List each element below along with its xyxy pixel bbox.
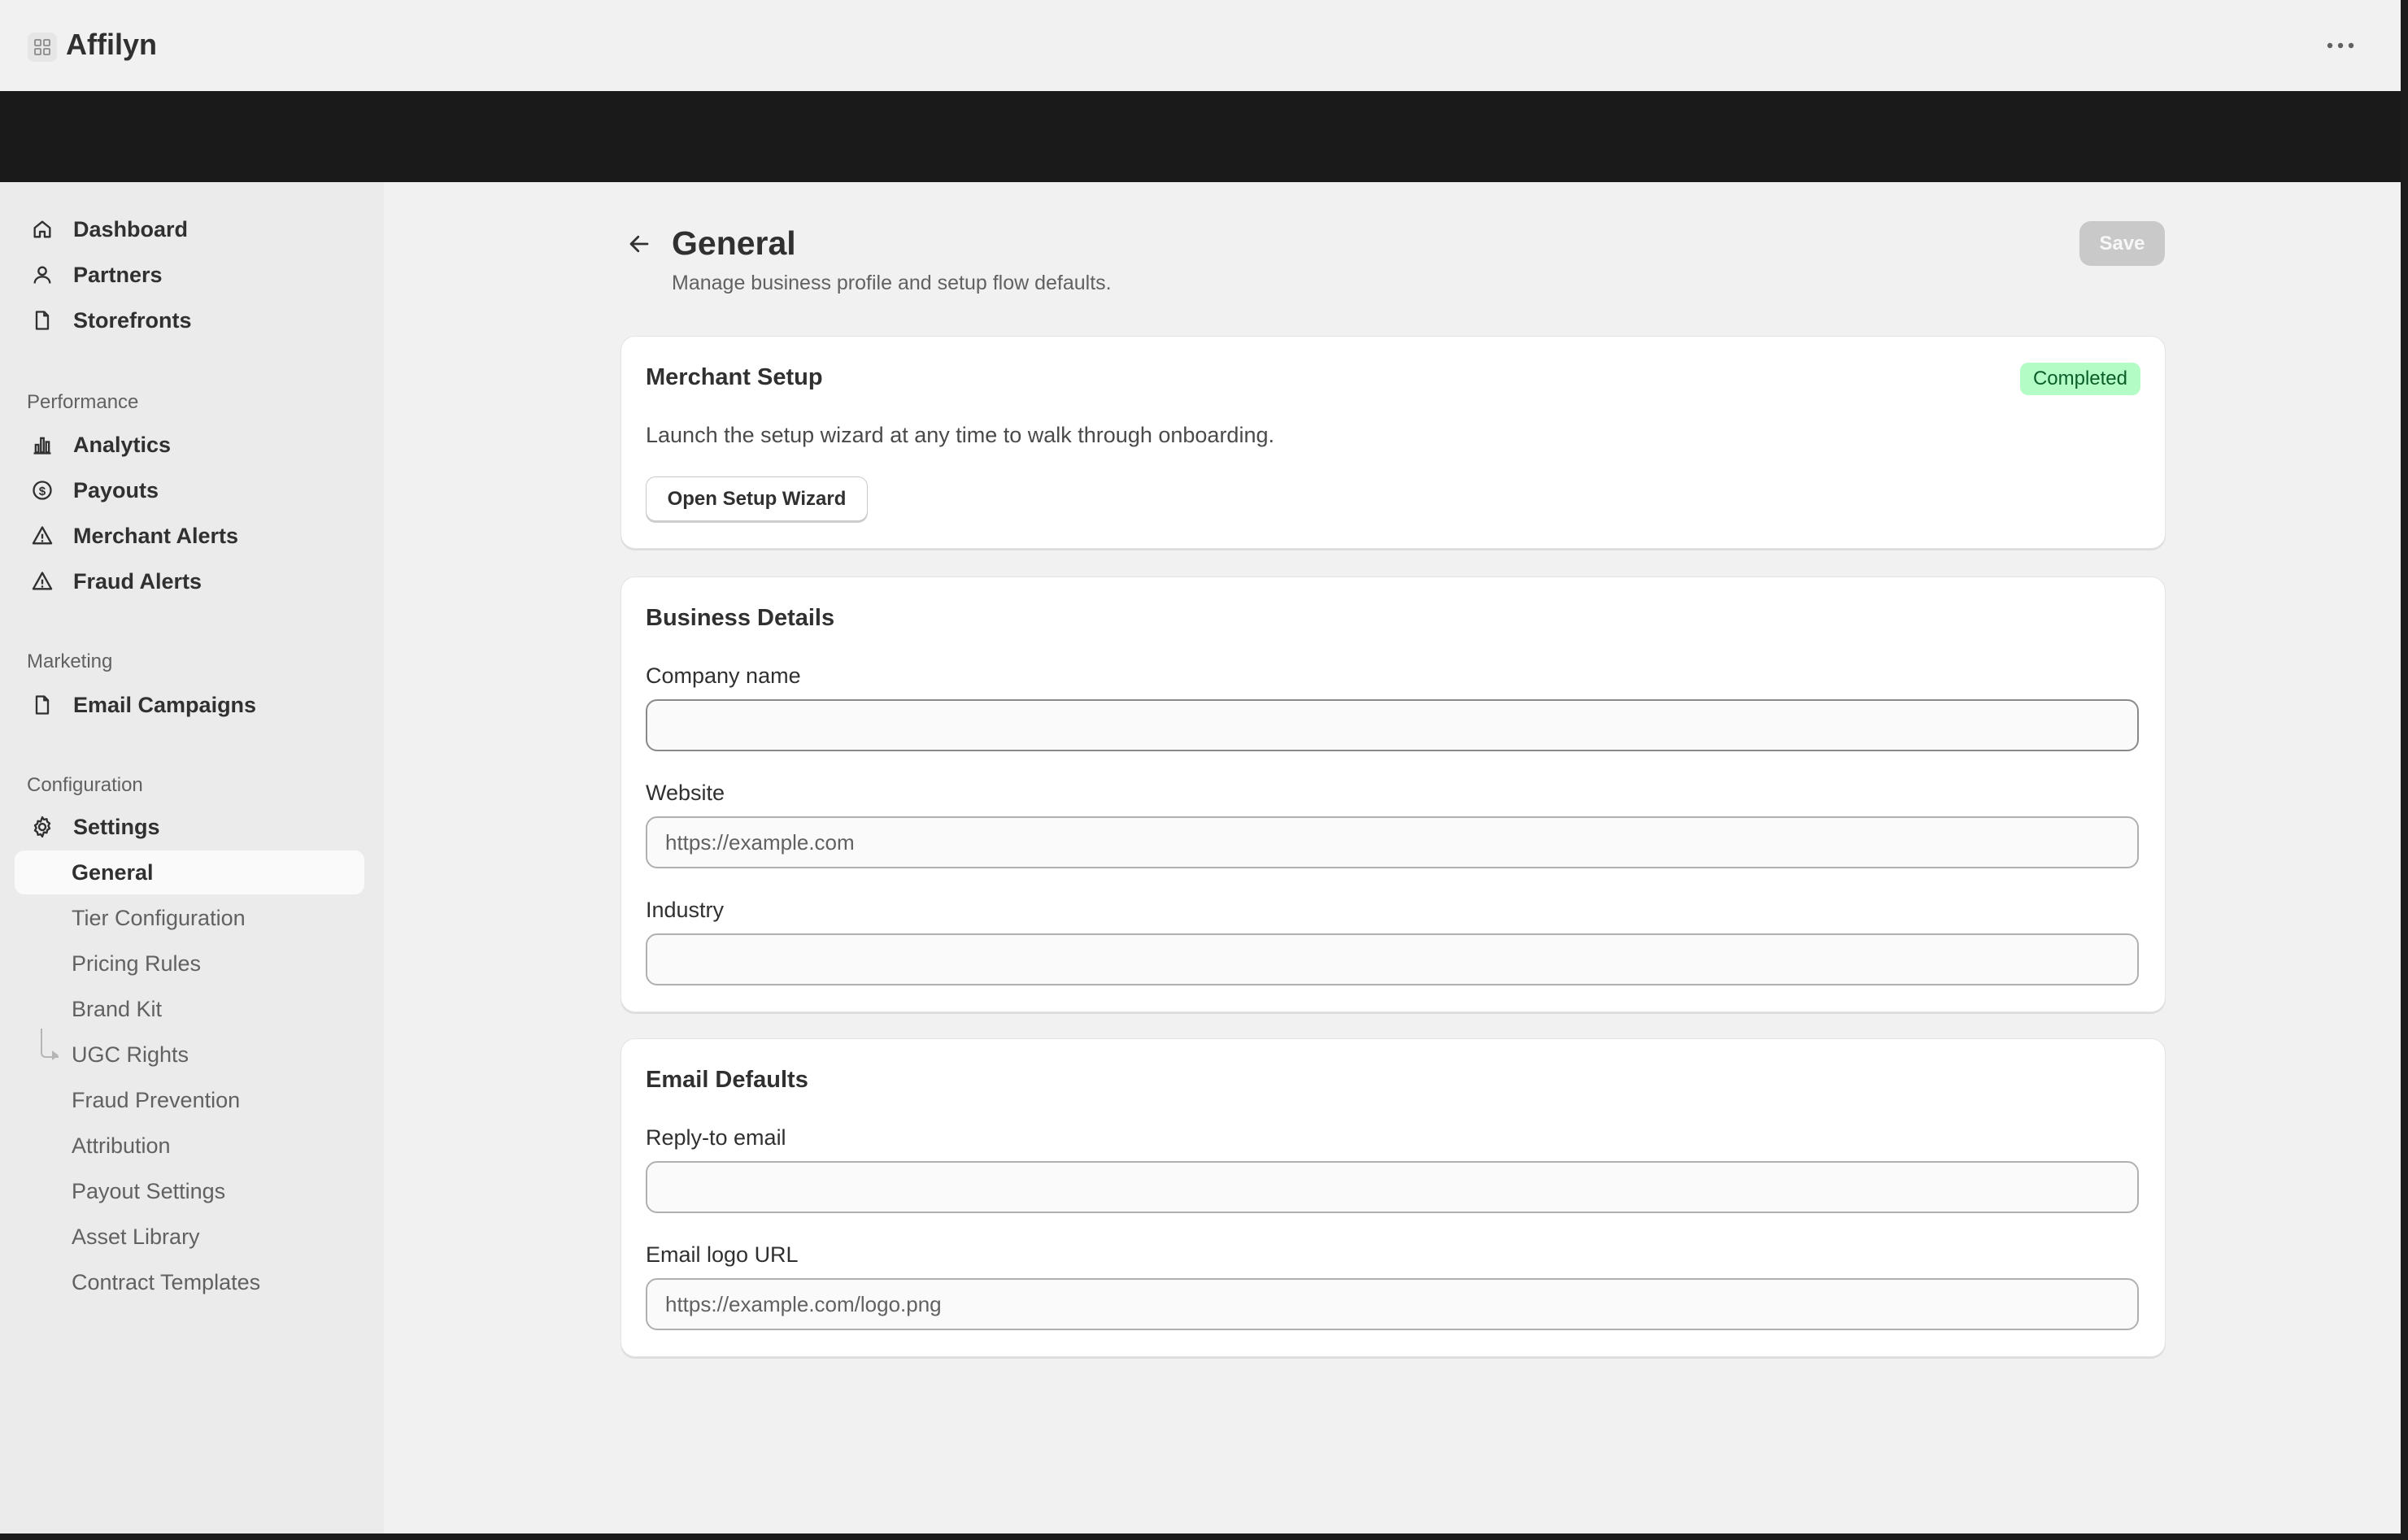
sidebar-item-settings[interactable]: Settings — [15, 805, 364, 849]
card-title: Email Defaults — [646, 1067, 808, 1093]
sidebar-item-email-campaigns[interactable]: Email Campaigns — [15, 683, 364, 727]
reply-to-email-input[interactable] — [646, 1161, 2139, 1213]
sidebar-subitem-label: Fraud Prevention — [72, 1087, 241, 1112]
header-band — [0, 91, 2401, 182]
sidebar-subitem-fraud-prevention[interactable]: Fraud Prevention — [15, 1078, 364, 1122]
page-title: General — [672, 224, 796, 262]
email-defaults-card: Email Defaults Reply-to email Email logo… — [621, 1038, 2166, 1357]
file-icon — [28, 306, 57, 335]
sidebar-subitem-general[interactable]: General — [15, 850, 364, 894]
sidebar-subitem-label: General — [72, 859, 154, 885]
sidebar-subitem-label: Brand Kit — [72, 996, 163, 1021]
sidebar-item-merchant-alerts[interactable]: Merchant Alerts — [15, 514, 364, 558]
sidebar-subitem-payout-settings[interactable]: Payout Settings — [15, 1169, 364, 1213]
sidebar-item-label: Storefronts — [73, 307, 192, 333]
file-icon — [28, 690, 57, 720]
email-logo-url-label: Email logo URL — [646, 1242, 799, 1267]
sidebar-item-partners[interactable]: Partners — [15, 253, 364, 297]
card-description: Launch the setup wizard at any time to w… — [646, 423, 1274, 447]
email-logo-url-input[interactable] — [646, 1278, 2139, 1330]
open-setup-wizard-button[interactable]: Open Setup Wizard — [646, 476, 868, 521]
sidebar-item-label: Analytics — [73, 432, 172, 457]
sidebar-item-label: Email Campaigns — [73, 692, 257, 717]
sidebar-subitem-label: Pricing Rules — [72, 951, 202, 976]
card-title: Business Details — [646, 605, 835, 631]
website-label: Website — [646, 781, 725, 805]
sidebar-item-storefronts[interactable]: Storefronts — [15, 298, 364, 342]
reply-to-email-label: Reply-to email — [646, 1125, 786, 1150]
more-horizontal-icon — [2327, 42, 2354, 49]
person-icon — [28, 260, 57, 289]
status-badge: Completed — [2019, 363, 2140, 395]
gear-icon — [28, 812, 57, 842]
sidebar-subitem-label: Asset Library — [72, 1224, 200, 1249]
svg-text:$: $ — [39, 485, 46, 498]
section-heading-configuration: Configuration — [27, 774, 143, 796]
company-name-input[interactable] — [646, 699, 2139, 751]
sidebar-item-label: Fraud Alerts — [73, 568, 202, 594]
bar-chart-icon — [28, 430, 57, 459]
sidebar-item-label: Partners — [73, 262, 163, 287]
sidebar-subitem-asset-library[interactable]: Asset Library — [15, 1215, 364, 1259]
sidebar-subitem-label: Contract Templates — [72, 1269, 261, 1294]
alert-triangle-icon — [28, 567, 57, 596]
section-heading-performance: Performance — [27, 391, 139, 413]
dollar-circle-icon: $ — [28, 476, 57, 505]
sidebar-subitem-label: Tier Configuration — [72, 905, 246, 930]
sidebar-subitem-contract-templates[interactable]: Contract Templates — [15, 1260, 364, 1304]
app-title: Affilyn — [66, 28, 157, 61]
home-icon — [28, 215, 57, 244]
sidebar-item-fraud-alerts[interactable]: Fraud Alerts — [15, 559, 364, 603]
sidebar: Dashboard Partners Storefronts Performan… — [0, 182, 384, 1533]
sidebar-item-dashboard[interactable]: Dashboard — [15, 207, 364, 251]
sidebar-item-analytics[interactable]: Analytics — [15, 423, 364, 467]
sidebar-subitem-pricing-rules[interactable]: Pricing Rules — [15, 942, 364, 985]
sidebar-subitem-ugc-rights[interactable]: UGC Rights — [15, 1033, 364, 1077]
page-subtitle: Manage business profile and setup flow d… — [672, 272, 1112, 294]
top-bar: Affilyn — [0, 0, 2401, 92]
industry-input[interactable] — [646, 933, 2139, 985]
app-grid-icon — [28, 33, 57, 62]
merchant-setup-card: Merchant Setup Completed Launch the setu… — [621, 336, 2166, 549]
sidebar-item-label: Dashboard — [73, 216, 189, 241]
back-button[interactable] — [621, 226, 657, 262]
sidebar-subitem-brand-kit[interactable]: Brand Kit — [15, 987, 364, 1031]
sidebar-item-label: Payouts — [73, 477, 159, 502]
sidebar-subitem-attribution[interactable]: Attribution — [15, 1124, 364, 1168]
business-details-card: Business Details Company name Website In… — [621, 576, 2166, 1012]
section-heading-marketing: Marketing — [27, 650, 113, 672]
sidebar-subitem-label: Payout Settings — [72, 1178, 226, 1203]
sidebar-item-payouts[interactable]: $ Payouts — [15, 468, 364, 512]
company-name-label: Company name — [646, 663, 801, 688]
arrow-left-icon — [629, 235, 649, 253]
app-window: Affilyn Dashboard Partners Storefronts P… — [0, 0, 2401, 1533]
website-input[interactable] — [646, 816, 2139, 868]
sidebar-item-label: Merchant Alerts — [73, 523, 239, 548]
sidebar-subitem-label: Attribution — [72, 1133, 171, 1158]
sidebar-subitem-label: UGC Rights — [72, 1042, 189, 1067]
industry-label: Industry — [646, 898, 725, 922]
more-options-button[interactable] — [2323, 31, 2358, 60]
save-button[interactable]: Save — [2079, 221, 2165, 266]
alert-triangle-icon — [28, 521, 57, 550]
card-title: Merchant Setup — [646, 364, 823, 390]
sidebar-item-label: Settings — [73, 814, 160, 839]
sidebar-subitem-tier-configuration[interactable]: Tier Configuration — [15, 896, 364, 940]
